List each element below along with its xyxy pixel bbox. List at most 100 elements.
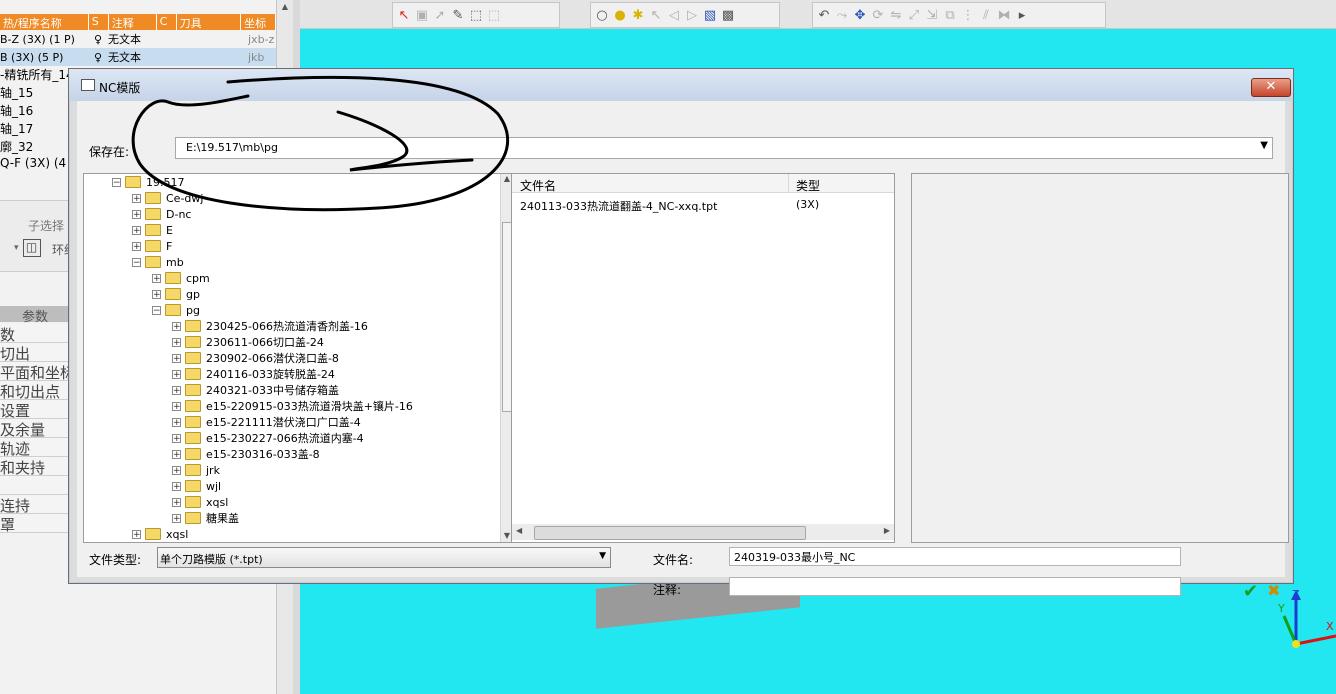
expand-icon[interactable]: +: [152, 273, 161, 283]
collapse-icon[interactable]: −: [132, 257, 141, 267]
folder-tree-item[interactable]: − pg: [152, 302, 200, 318]
expand-icon[interactable]: +: [172, 449, 181, 459]
move-icon[interactable]: ✥: [852, 7, 868, 23]
folder-tree-item[interactable]: +240116-033旋转脱盖-24: [172, 366, 335, 382]
parameter-item[interactable]: [0, 476, 70, 495]
parameter-item[interactable]: 数: [0, 324, 70, 343]
lightbulb-off-icon[interactable]: ○: [594, 7, 610, 23]
file-list[interactable]: 文件名 类型 240113-033热流道翻盖-4_NC-xxq.tpt (3X)…: [511, 173, 895, 543]
folder-tree-item[interactable]: + e15-221111潜伏浇口广口盖-4: [172, 414, 361, 430]
folder-tree-item[interactable]: + e15-230227-066热流道内塞-4: [172, 430, 364, 446]
expand-icon[interactable]: +: [172, 369, 181, 379]
folder-tree-item[interactable]: +230611-066切口盖-24: [172, 334, 324, 350]
collapse-icon[interactable]: −: [112, 177, 121, 187]
cube-view-icon[interactable]: ▧: [702, 7, 718, 23]
expand-icon[interactable]: +: [172, 417, 181, 427]
scale-icon[interactable]: ⤢: [906, 7, 922, 23]
folder-tree-item[interactable]: + xqsl: [172, 494, 228, 510]
array-icon[interactable]: ⋮: [960, 7, 976, 23]
lightbulb-on-icon[interactable]: ●: [612, 7, 628, 23]
scroll-right-icon[interactable]: ▶: [884, 526, 890, 535]
grid-row[interactable]: B-Z (3X) (1 P) ♀ 无文本 jxb-z: [0, 30, 276, 48]
folder-tree-item[interactable]: + e15-230316-033盖-8: [172, 446, 320, 462]
expand-icon[interactable]: +: [172, 497, 181, 507]
ok-button[interactable]: ✔: [1243, 581, 1263, 602]
operation-tree-item[interactable]: -精铣所有_14: [0, 66, 74, 84]
folder-tree-item[interactable]: + gp: [152, 286, 200, 302]
folder-tree-item[interactable]: + cpm: [152, 270, 210, 286]
mirror-icon[interactable]: ⇋: [888, 7, 904, 23]
grid-header-s[interactable]: S: [89, 14, 109, 30]
folder-tree-item[interactable]: + xqsl: [132, 526, 188, 542]
folder-tree-item[interactable]: +230902-066潜伏浇口盖-8: [172, 350, 339, 366]
parameter-item[interactable]: 切出: [0, 343, 70, 362]
copy-icon[interactable]: ⧉: [942, 7, 958, 23]
parameter-item[interactable]: 罩: [0, 514, 70, 533]
parameter-item[interactable]: 连持: [0, 495, 70, 514]
lightbulb-icon[interactable]: ♀: [88, 51, 108, 64]
folder-tree-item[interactable]: + e15-220915-033热流道滑块盖+镶片-16: [172, 398, 413, 414]
brush-select-icon[interactable]: ✎: [450, 7, 466, 23]
grid-header-coord[interactable]: 坐标: [241, 14, 277, 30]
file-type-select[interactable]: 单个刀路模版 (*.tpt) ▼: [157, 547, 611, 568]
folder-tree-item[interactable]: + 糖果盖: [172, 510, 239, 526]
parameter-item[interactable]: 平面和坐标: [0, 362, 70, 381]
expand-icon[interactable]: +: [172, 353, 181, 363]
folder-tree-item[interactable]: +240321-033中号储存箱盖: [172, 382, 339, 398]
grid-header-name[interactable]: 热/程序名称: [0, 14, 89, 30]
select-arrow-icon[interactable]: ➚: [432, 7, 448, 23]
chevron-down-icon[interactable]: ▼: [599, 551, 606, 561]
expand-icon[interactable]: +: [172, 513, 181, 523]
expand-icon[interactable]: +: [132, 225, 141, 235]
grid-header-c[interactable]: C: [157, 14, 177, 30]
file-list-hscrollbar[interactable]: ◀ ▶: [512, 524, 894, 540]
grid-header-note[interactable]: 注释: [109, 14, 157, 30]
chevron-down-icon[interactable]: ▼: [1260, 140, 1268, 151]
scroll-up-icon[interactable]: ▲: [277, 2, 293, 11]
column-header-filename[interactable]: 文件名: [520, 177, 556, 194]
window-select-icon[interactable]: ⬚: [468, 7, 484, 23]
expand-icon[interactable]: +: [172, 385, 181, 395]
operation-tree-item[interactable]: 廓_32: [0, 138, 33, 156]
transform-icon[interactable]: ⤳: [834, 7, 850, 23]
scroll-left-icon[interactable]: ◀: [516, 526, 522, 535]
column-divider[interactable]: [788, 174, 789, 192]
grid-header-tool[interactable]: 刀具: [177, 14, 242, 30]
parameter-item[interactable]: 及余量: [0, 419, 70, 438]
more-tools-icon[interactable]: ▸: [1014, 7, 1030, 23]
column-header-type[interactable]: 类型: [796, 177, 820, 194]
select-box-icon[interactable]: ▣: [414, 7, 430, 23]
folder-tree-item[interactable]: − mb: [132, 254, 184, 270]
parameter-item[interactable]: 和夹持: [0, 457, 70, 476]
display-mode-icon[interactable]: ▩: [720, 7, 736, 23]
deselect-icon[interactable]: ↖: [396, 7, 412, 23]
expand-icon[interactable]: +: [132, 529, 141, 539]
expand-icon[interactable]: +: [172, 401, 181, 411]
expand-icon[interactable]: +: [172, 465, 181, 475]
parameter-item[interactable]: 设置: [0, 400, 70, 419]
expand-icon[interactable]: +: [172, 321, 181, 331]
folder-tree-item[interactable]: + F: [132, 238, 172, 254]
folder-tree[interactable]: −19.517 + Ce-dwj + D-nc + E + F − mb + cpm + gp − pg +230…: [83, 173, 513, 543]
rotate-icon[interactable]: ⟳: [870, 7, 886, 23]
note-input[interactable]: [729, 577, 1181, 596]
folder-tree-item[interactable]: +230425-066热流道清香剂盖-16: [172, 318, 368, 334]
expand-icon[interactable]: +: [172, 337, 181, 347]
folder-tree-item[interactable]: + jrk: [172, 462, 220, 478]
folder-tree-item[interactable]: + wjl: [172, 478, 221, 494]
cancel-button[interactable]: ✖: [1267, 581, 1289, 601]
grid-row[interactable]: B (3X) (5 P) ♀ 无文本 jkb: [0, 48, 276, 66]
undo-icon[interactable]: ↶: [816, 7, 832, 23]
scroll-thumb[interactable]: [534, 526, 806, 540]
file-name-input[interactable]: [729, 547, 1181, 566]
parameter-item[interactable]: 轨迹: [0, 438, 70, 457]
split-icon[interactable]: ⫽: [978, 7, 994, 23]
operation-tree-item[interactable]: 轴_16: [0, 102, 33, 120]
parameter-item[interactable]: 和切出点: [0, 381, 70, 400]
operation-tree-item[interactable]: Q-F (3X) (4 P: [0, 156, 77, 174]
expand-icon[interactable]: +: [152, 289, 161, 299]
pointer-icon[interactable]: ↖: [648, 7, 664, 23]
previous-icon[interactable]: ◁: [666, 7, 682, 23]
merge-icon[interactable]: ⧓: [996, 7, 1012, 23]
next-icon[interactable]: ▷: [684, 7, 700, 23]
